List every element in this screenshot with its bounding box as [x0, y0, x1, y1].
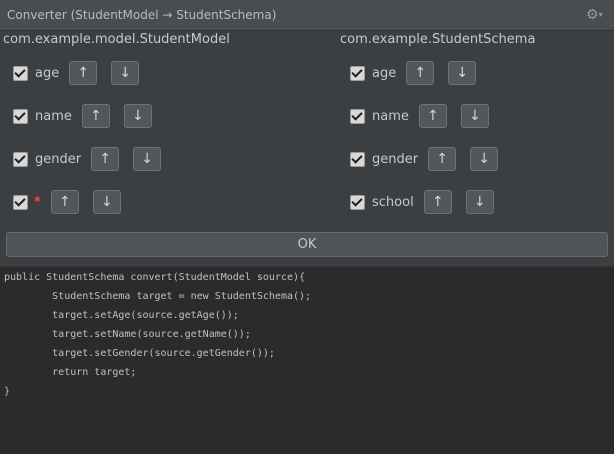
title-bar: Converter (StudentModel → StudentSchema)…: [0, 0, 614, 31]
left-age-move-down-button[interactable]: ↓: [111, 61, 140, 85]
right-field-row-school: school ↑ ↓: [350, 189, 494, 215]
left-field-row-gender: gender ↑ ↓: [13, 146, 162, 172]
left-gender-move-down-button[interactable]: ↓: [133, 147, 162, 171]
left-age-label: age: [35, 65, 60, 81]
left-name-move-down-button[interactable]: ↓: [123, 104, 152, 128]
ok-button[interactable]: OK: [6, 232, 608, 257]
right-school-checkbox[interactable]: [350, 194, 365, 210]
right-name-checkbox[interactable]: [350, 108, 365, 124]
right-gender-move-up-button[interactable]: ↑: [428, 147, 457, 171]
right-school-move-up-button[interactable]: ↑: [423, 190, 452, 214]
left-gender-move-up-button[interactable]: ↑: [91, 147, 120, 171]
right-age-move-down-button[interactable]: ↓: [448, 61, 477, 85]
window-title: Converter (StudentModel → StudentSchema): [7, 8, 277, 22]
right-name-move-up-button[interactable]: ↑: [418, 104, 447, 128]
left-age-move-up-button[interactable]: ↑: [69, 61, 98, 85]
left-field-row-name: name ↑ ↓: [13, 103, 152, 129]
gear-icon[interactable]: ⚙▾: [586, 7, 604, 23]
left-star-label: *: [34, 194, 41, 210]
left-star-checkbox[interactable]: [13, 194, 28, 210]
code-line: public StudentSchema convert(StudentMode…: [4, 272, 306, 283]
right-name-move-down-button[interactable]: ↓: [460, 104, 489, 128]
code-line: target.setAge(source.getAge());: [4, 310, 239, 321]
left-field-row-age: age ↑ ↓: [13, 60, 140, 86]
right-field-row-name: name ↑ ↓: [350, 103, 489, 129]
right-class-name: com.example.StudentSchema: [340, 32, 536, 47]
code-line: target.setGender(source.getGender());: [4, 348, 275, 359]
code-line: return target;: [4, 367, 137, 378]
right-age-checkbox[interactable]: [350, 65, 365, 81]
right-name-label: name: [372, 108, 409, 124]
right-gender-move-down-button[interactable]: ↓: [470, 147, 499, 171]
left-name-checkbox[interactable]: [13, 108, 28, 124]
code-line: target.setName(source.getName());: [4, 329, 251, 340]
left-class-name: com.example.model.StudentModel: [3, 32, 230, 47]
left-star-move-down-button[interactable]: ↓: [92, 190, 121, 214]
right-school-move-down-button[interactable]: ↓: [465, 190, 494, 214]
left-gender-checkbox[interactable]: [13, 151, 28, 167]
left-age-checkbox[interactable]: [13, 65, 28, 81]
code-line: StudentSchema target = new StudentSchema…: [4, 291, 312, 302]
right-field-row-age: age ↑ ↓: [350, 60, 477, 86]
left-name-move-up-button[interactable]: ↑: [81, 104, 110, 128]
left-field-row-star: * ↑ ↓: [13, 189, 121, 215]
right-field-row-gender: gender ↑ ↓: [350, 146, 499, 172]
code-line: }: [4, 386, 11, 397]
right-gender-checkbox[interactable]: [350, 151, 365, 167]
dropdown-arrow-icon: ▾: [598, 10, 603, 19]
left-gender-label: gender: [35, 151, 82, 167]
right-age-label: age: [372, 65, 397, 81]
left-star-move-up-button[interactable]: ↑: [50, 190, 79, 214]
code-preview[interactable]: public StudentSchema convert(StudentMode…: [0, 266, 614, 454]
right-gender-label: gender: [372, 151, 419, 167]
right-age-move-up-button[interactable]: ↑: [406, 61, 435, 85]
right-school-label: school: [372, 194, 414, 210]
converter-dialog: Converter (StudentModel → StudentSchema)…: [0, 0, 614, 454]
left-name-label: name: [35, 108, 72, 124]
